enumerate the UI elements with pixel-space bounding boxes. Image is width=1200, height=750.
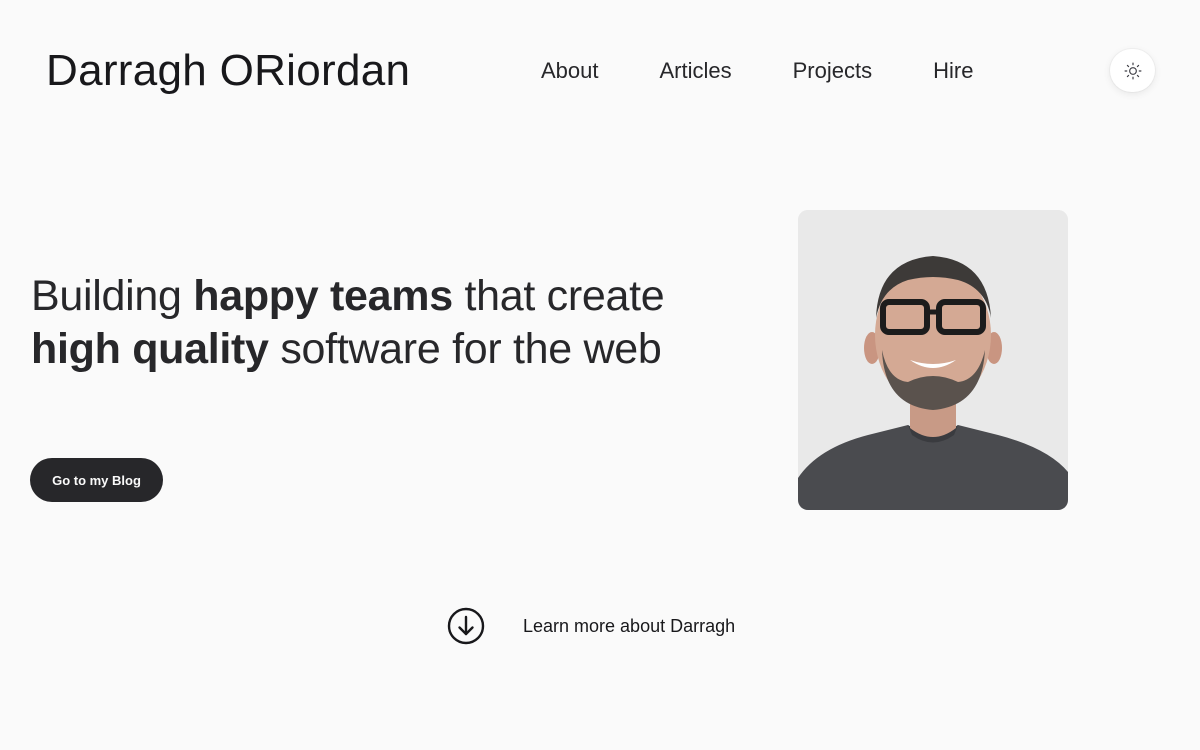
sun-icon: [1124, 62, 1141, 79]
headline-text-1: Building: [31, 272, 194, 320]
nav-projects[interactable]: Projects: [793, 56, 872, 86]
go-to-blog-button[interactable]: Go to my Blog: [30, 458, 163, 502]
nav-hire[interactable]: Hire: [933, 56, 973, 86]
page: Darragh ORiordan About Articles Projects…: [0, 0, 1200, 750]
nav-about[interactable]: About: [541, 56, 599, 86]
learn-more-link[interactable]: Learn more about Darragh: [447, 607, 735, 645]
headline-text-3: software for the web: [268, 325, 662, 373]
theme-toggle-button[interactable]: [1110, 49, 1155, 92]
nav-articles[interactable]: Articles: [660, 56, 732, 86]
main-nav: About Articles Projects Hire: [541, 56, 973, 86]
headline-bold-1: happy teams: [193, 272, 453, 320]
hero-headline: Building happy teams that create high qu…: [31, 270, 711, 376]
portrait-photo: [798, 210, 1068, 510]
headline-bold-2: high quality: [31, 325, 269, 373]
headline-text-2: that create: [452, 272, 665, 320]
site-title-link[interactable]: Darragh ORiordan: [46, 44, 410, 98]
portrait-illustration: [798, 210, 1068, 510]
learn-more-label: Learn more about Darragh: [523, 616, 736, 636]
arrow-down-circle-icon: [447, 607, 485, 645]
